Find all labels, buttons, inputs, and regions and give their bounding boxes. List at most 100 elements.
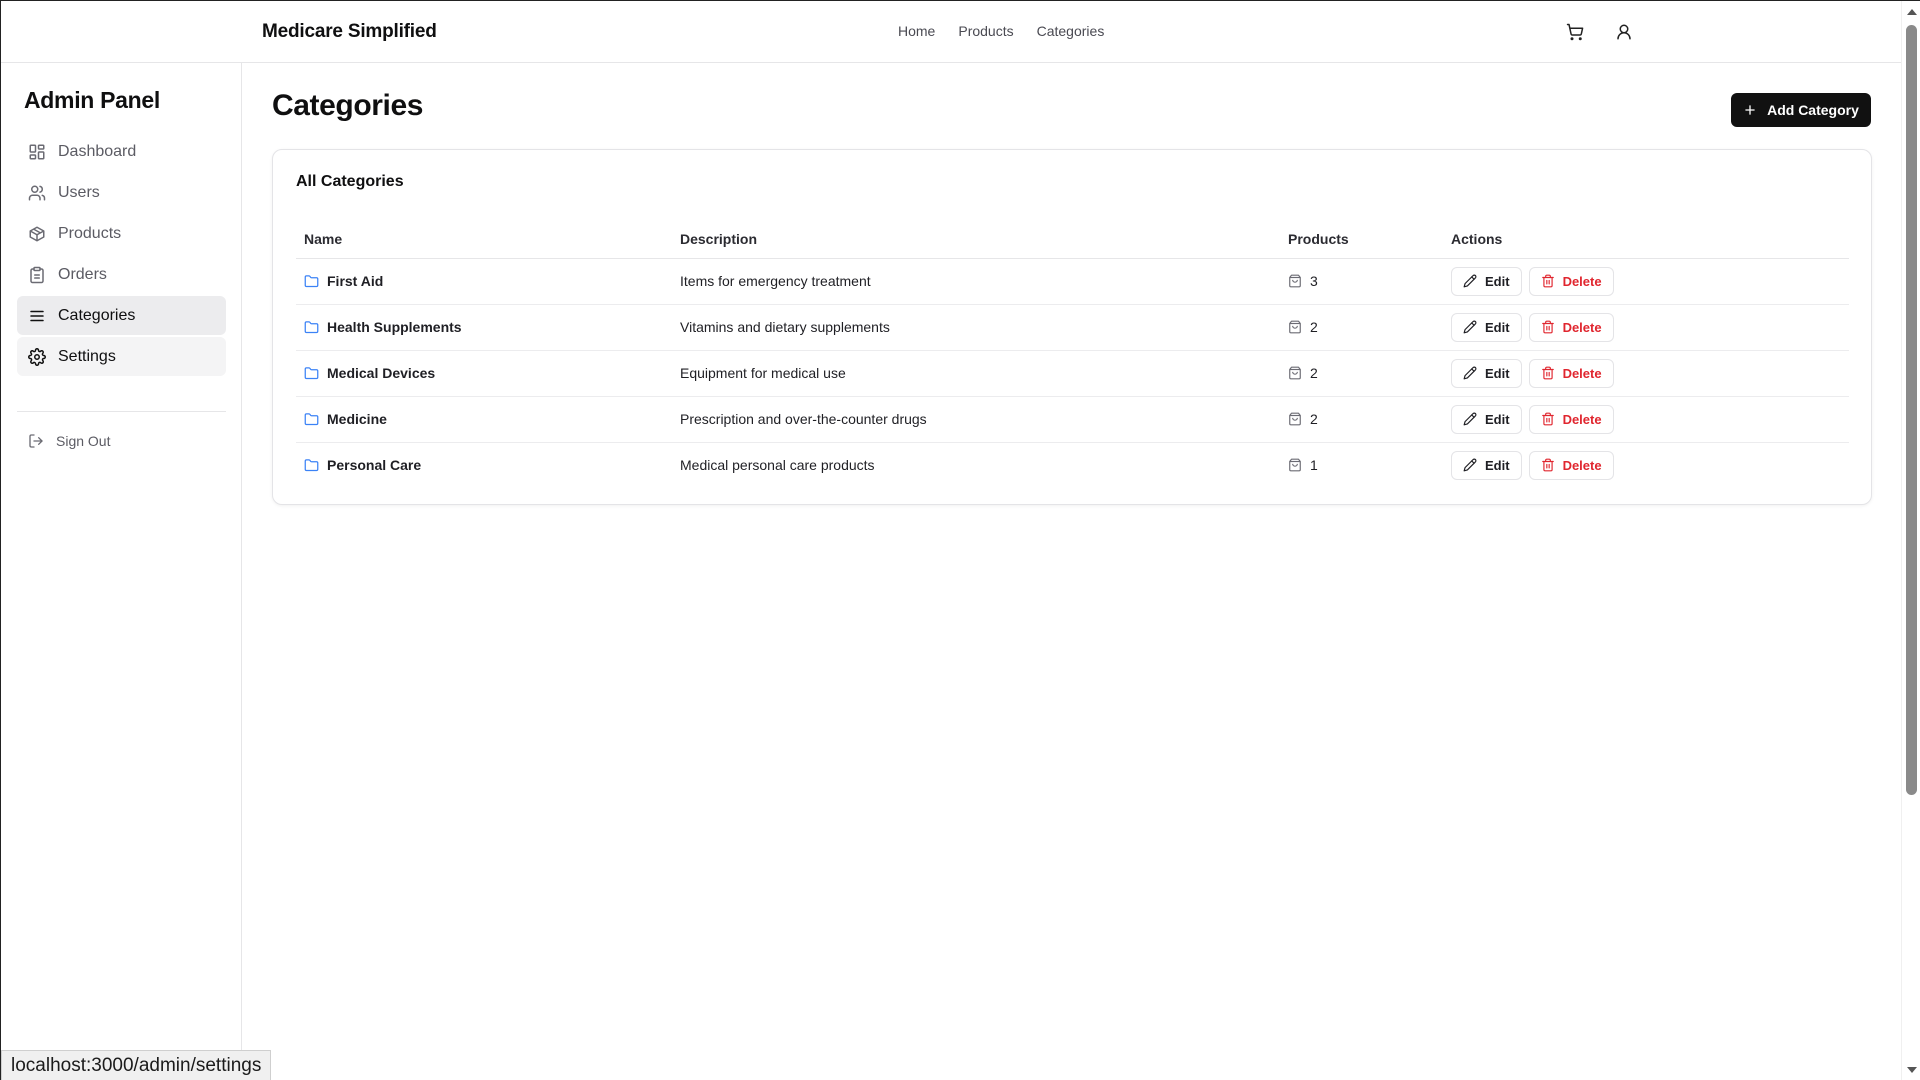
category-name[interactable]: First Aid bbox=[327, 273, 383, 289]
edit-button[interactable]: Edit bbox=[1451, 450, 1522, 480]
app-frame: Medicare Simplified Home Products Catego… bbox=[0, 0, 1920, 1080]
trash-icon bbox=[1541, 458, 1554, 472]
sidebar-item-label: Settings bbox=[58, 347, 116, 365]
trash-icon bbox=[1541, 366, 1554, 380]
sign-out-label: Sign Out bbox=[56, 433, 111, 449]
box-icon bbox=[1289, 458, 1301, 472]
product-count-cell: 2 bbox=[1280, 396, 1443, 443]
user-icon[interactable] bbox=[1615, 23, 1633, 41]
scroll-down-arrow[interactable] bbox=[1907, 1067, 1917, 1073]
delete-label: Delete bbox=[1562, 457, 1602, 473]
sidebar-divider bbox=[17, 411, 226, 412]
users-icon bbox=[28, 185, 46, 200]
product-count: 2 bbox=[1310, 319, 1318, 335]
delete-label: Delete bbox=[1562, 273, 1602, 289]
folder-icon bbox=[304, 412, 319, 425]
sidebar-item-settings[interactable]: Settings bbox=[17, 337, 226, 376]
edit-label: Edit bbox=[1485, 319, 1510, 335]
category-name[interactable]: Personal Care bbox=[327, 457, 421, 473]
category-description: Items for emergency treatment bbox=[672, 258, 1280, 305]
column-header-actions: Actions bbox=[1443, 220, 1849, 259]
actions-cell: Edit Delete bbox=[1443, 258, 1849, 305]
actions-cell: Edit Delete bbox=[1443, 442, 1849, 488]
product-count: 2 bbox=[1310, 365, 1318, 381]
product-count: 3 bbox=[1310, 273, 1318, 289]
sidebar-item-categories[interactable]: Categories bbox=[17, 296, 226, 335]
box-icon bbox=[1289, 274, 1301, 288]
scroll-up-arrow[interactable] bbox=[1907, 9, 1917, 15]
pencil-icon bbox=[1463, 320, 1477, 334]
pencil-icon bbox=[1463, 458, 1477, 472]
product-count-cell: 3 bbox=[1280, 258, 1443, 305]
sidebar-item-orders[interactable]: Orders bbox=[17, 255, 226, 294]
column-header-name: Name bbox=[296, 220, 672, 259]
card-title: All Categories bbox=[296, 173, 404, 190]
table-row: Health Supplements Vitamins and dietary s… bbox=[296, 304, 1849, 351]
edit-button[interactable]: Edit bbox=[1451, 266, 1522, 296]
delete-button[interactable]: Delete bbox=[1528, 312, 1614, 342]
box-icon bbox=[1289, 412, 1301, 426]
category-description: Equipment for medical use bbox=[672, 350, 1280, 397]
table-row: Medicine Prescription and over-the-counte… bbox=[296, 396, 1849, 443]
table-row: Personal Care Medical personal care produ… bbox=[296, 442, 1849, 488]
delete-label: Delete bbox=[1562, 319, 1602, 335]
edit-button[interactable]: Edit bbox=[1451, 358, 1522, 388]
product-count-cell: 2 bbox=[1280, 350, 1443, 397]
edit-button[interactable]: Edit bbox=[1451, 312, 1522, 342]
clipboard-icon bbox=[30, 266, 44, 283]
brand-logo[interactable]: Medicare Simplified bbox=[262, 21, 437, 43]
nav-products-link[interactable]: Products bbox=[958, 23, 1013, 39]
nav-home-link[interactable]: Home bbox=[898, 23, 935, 39]
delete-label: Delete bbox=[1562, 365, 1602, 381]
product-count-cell: 1 bbox=[1280, 442, 1443, 488]
trash-icon bbox=[1541, 320, 1554, 334]
sidebar-item-users[interactable]: Users bbox=[17, 173, 226, 212]
product-count: 2 bbox=[1310, 411, 1318, 427]
sidebar-item-label: Categories bbox=[58, 306, 136, 324]
sidebar-item-dashboard[interactable]: Dashboard bbox=[17, 132, 226, 171]
category-description: Vitamins and dietary supplements bbox=[672, 304, 1280, 351]
category-name-cell: First Aid bbox=[296, 258, 672, 305]
sidebar-item-label: Dashboard bbox=[58, 142, 137, 160]
delete-button[interactable]: Delete bbox=[1528, 404, 1614, 434]
category-name[interactable]: Health Supplements bbox=[327, 319, 462, 335]
category-name-cell: Personal Care bbox=[296, 442, 672, 488]
category-name[interactable]: Medicine bbox=[327, 411, 387, 427]
gear-icon bbox=[28, 347, 46, 366]
pencil-icon bbox=[1463, 274, 1477, 288]
sidebar-item-label: Products bbox=[58, 224, 122, 242]
folder-icon bbox=[304, 366, 319, 379]
categories-table: Name Description Products Actions First … bbox=[296, 220, 1849, 488]
log-out-icon bbox=[29, 434, 43, 448]
edit-button[interactable]: Edit bbox=[1451, 404, 1522, 434]
trash-icon bbox=[1541, 274, 1554, 288]
sign-out-button[interactable]: Sign Out bbox=[28, 433, 110, 449]
nav-categories-link[interactable]: Categories bbox=[1037, 23, 1105, 39]
page-title: Categories bbox=[272, 89, 424, 122]
category-name[interactable]: Medical Devices bbox=[327, 365, 435, 381]
column-header-products: Products bbox=[1280, 220, 1443, 259]
product-count: 1 bbox=[1310, 457, 1318, 474]
add-category-button[interactable]: Add Category bbox=[1731, 93, 1871, 127]
top-nav: Home Products Categories bbox=[898, 23, 1104, 39]
delete-button[interactable]: Delete bbox=[1528, 450, 1614, 480]
sidebar-item-products[interactable]: Products bbox=[17, 214, 226, 253]
page-scrollbar[interactable] bbox=[1901, 1, 1920, 1080]
actions-cell: Edit Delete bbox=[1443, 396, 1849, 443]
pencil-icon bbox=[1463, 366, 1477, 380]
box-icon bbox=[1289, 366, 1301, 380]
column-header-description: Description bbox=[672, 220, 1280, 259]
scroll-thumb[interactable] bbox=[1906, 25, 1917, 795]
product-count-cell: 2 bbox=[1280, 304, 1443, 351]
delete-button[interactable]: Delete bbox=[1528, 266, 1614, 296]
actions-cell: Edit Delete bbox=[1443, 350, 1849, 397]
dashboard-icon bbox=[29, 144, 45, 159]
delete-button[interactable]: Delete bbox=[1528, 358, 1614, 388]
table-header-row: Name Description Products Actions bbox=[296, 220, 1849, 259]
admin-sidebar: Admin Panel Dashboard Users Products Ord… bbox=[1, 63, 242, 1080]
actions-cell: Edit Delete bbox=[1443, 304, 1849, 351]
package-icon bbox=[29, 226, 45, 241]
table-row: Medical Devices Equipment for medical use… bbox=[296, 350, 1849, 397]
cart-icon[interactable] bbox=[1566, 23, 1584, 41]
category-description: Prescription and over-the-counter drugs bbox=[672, 396, 1280, 443]
